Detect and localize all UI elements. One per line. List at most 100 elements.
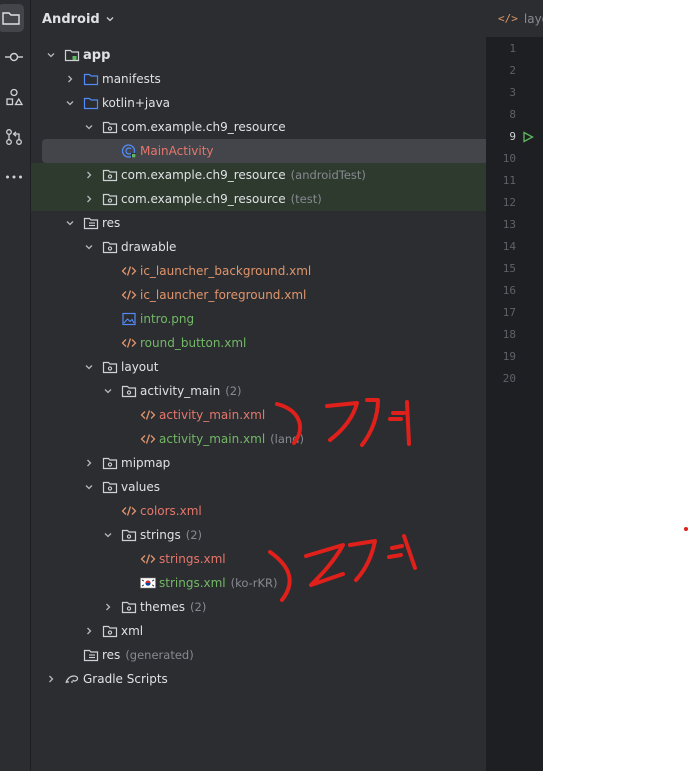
tree-item-label: activity_main.xml — [159, 408, 266, 422]
chevron-down-icon[interactable] — [102, 529, 114, 541]
resource-manager-icon[interactable] — [0, 83, 28, 111]
chevron-down-icon[interactable] — [102, 385, 114, 397]
tree-item-label: values — [121, 480, 161, 494]
package-icon — [102, 455, 118, 471]
tree-item-values[interactable]: values — [31, 475, 537, 499]
tree-item-activity-main[interactable]: activity_main (2) — [31, 379, 556, 403]
line-number: 10 — [502, 152, 516, 165]
tree-item-label: intro.png — [140, 312, 195, 326]
chevron-down-icon[interactable] — [64, 217, 76, 229]
line-number: 3 — [509, 86, 516, 99]
tree-item-label: xml — [121, 624, 144, 638]
line-number: 14 — [502, 240, 516, 253]
tree-item-kotlin-java[interactable]: kotlin+java — [31, 91, 518, 115]
line-number: 8 — [509, 108, 516, 121]
editor-area: </> layo 123891011121314151617181920 — [486, 0, 543, 771]
tree-item-label: drawable — [121, 240, 177, 254]
tree-item-res[interactable]: res (generated) — [31, 643, 518, 667]
tree-item-res[interactable]: res — [31, 211, 518, 235]
tree-item-label: Gradle Scripts — [83, 672, 168, 686]
package-icon — [102, 479, 118, 495]
tree-item-label: kotlin+java — [102, 96, 171, 110]
line-number: 12 — [502, 196, 516, 209]
tree-item-strings[interactable]: strings (2) — [31, 523, 556, 547]
line-number: 1 — [509, 42, 516, 55]
tree-item-round-button-xml[interactable]: round_button.xml — [31, 331, 556, 355]
chevron-down-icon[interactable] — [83, 481, 95, 493]
image-file-icon — [121, 311, 137, 327]
tree-item-hint: (2) — [225, 384, 242, 398]
tree-item-label: strings.xml — [159, 552, 226, 566]
tree-item-hint: (ko-rKR) — [230, 576, 278, 590]
tree-item-mainactivity[interactable]: MainActivity — [42, 139, 532, 163]
folder-icon — [83, 71, 99, 87]
project-view-selector[interactable]: Android — [42, 10, 115, 28]
chevron-right-icon[interactable] — [102, 601, 114, 613]
tree-item-drawable[interactable]: drawable — [31, 235, 537, 259]
more-tools-icon[interactable] — [0, 163, 28, 191]
package-icon — [121, 599, 137, 615]
xml-file-icon — [140, 407, 156, 423]
tree-item-layout[interactable]: layout — [31, 355, 537, 379]
tree-item-hint: (2) — [190, 600, 207, 614]
module-folder-icon — [64, 47, 80, 63]
design-preview-area — [543, 0, 689, 771]
line-number: 15 — [502, 262, 516, 275]
chevron-right-icon[interactable] — [64, 73, 76, 85]
commit-icon[interactable] — [0, 43, 28, 71]
run-gutter-icon[interactable] — [522, 131, 534, 143]
pull-requests-icon[interactable] — [0, 123, 28, 151]
chevron-right-icon[interactable] — [83, 457, 95, 469]
kotlin-class-icon — [121, 143, 137, 159]
korea-flag-icon — [140, 575, 156, 591]
package-icon — [102, 167, 118, 183]
chevron-right-icon[interactable] — [83, 193, 95, 205]
tree-item-com-example-ch9-resource[interactable]: com.example.ch9_resource — [31, 115, 537, 139]
tree-item-hint: (land) — [270, 432, 304, 446]
tree-item-manifests[interactable]: manifests — [31, 67, 518, 91]
tree-item-label: manifests — [102, 72, 161, 86]
tree-item-label: colors.xml — [140, 504, 202, 518]
tree-item-label: MainActivity — [140, 144, 214, 158]
editor-tab[interactable]: </> layo — [486, 0, 543, 37]
chevron-right-icon[interactable] — [83, 169, 95, 181]
package-icon — [102, 191, 118, 207]
tree-item-ic-launcher-background-xml[interactable]: ic_launcher_background.xml — [31, 259, 556, 283]
tree-item-intro-png[interactable]: intro.png — [31, 307, 556, 331]
chevron-down-icon[interactable] — [45, 49, 57, 61]
tree-item-app[interactable]: app — [31, 43, 499, 67]
gradle-icon — [64, 671, 80, 687]
resource-folder-icon — [83, 215, 99, 231]
tree-item-mipmap[interactable]: mipmap — [31, 451, 537, 475]
package-icon — [121, 383, 137, 399]
tree-item-colors-xml[interactable]: colors.xml — [31, 499, 556, 523]
tree-item-gradle-scripts[interactable]: Gradle Scripts — [31, 667, 499, 691]
tree-item-com-example-ch9-resource[interactable]: com.example.ch9_resource (androidTest) — [31, 163, 537, 187]
chevron-down-icon[interactable] — [64, 97, 76, 109]
tree-item-label: res — [102, 216, 121, 230]
folder-icon — [83, 95, 99, 111]
chevron-right-icon[interactable] — [45, 673, 57, 685]
chevron-down-icon[interactable] — [83, 241, 95, 253]
chevron-down-icon[interactable] — [83, 121, 95, 133]
line-number: 20 — [502, 372, 516, 385]
tree-item-hint: (test) — [290, 192, 322, 206]
chevron-down-icon[interactable] — [83, 361, 95, 373]
tree-item-ic-launcher-foreground-xml[interactable]: ic_launcher_foreground.xml — [31, 283, 556, 307]
tree-item-xml[interactable]: xml — [31, 619, 537, 643]
tree-item-hint: (2) — [185, 528, 202, 542]
tree-item-themes[interactable]: themes (2) — [31, 595, 556, 619]
tree-item-label: ic_launcher_foreground.xml — [140, 288, 307, 302]
chevron-right-icon[interactable] — [83, 625, 95, 637]
tree-item-label: ic_launcher_background.xml — [140, 264, 312, 278]
project-folder-icon[interactable] — [0, 4, 24, 32]
xml-file-icon — [121, 335, 137, 351]
tree-item-com-example-ch9-resource[interactable]: com.example.ch9_resource (test) — [31, 187, 537, 211]
xml-file-icon — [140, 431, 156, 447]
